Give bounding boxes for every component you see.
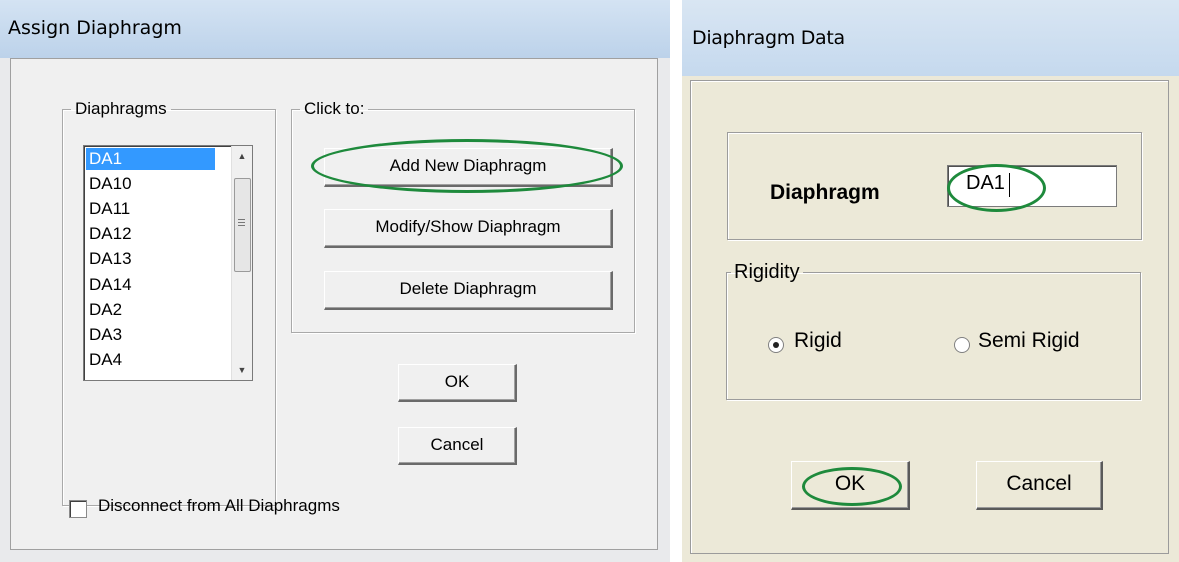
cancel-button[interactable]: Cancel [398, 427, 517, 465]
diaphragm-label: Diaphragm [770, 181, 880, 204]
delete-diaphragm-button[interactable]: Delete Diaphragm [324, 271, 613, 310]
list-item[interactable]: DA10 [86, 173, 215, 195]
data-dialog-client: Diaphragm DA1 Rigidity Rigid Semi Rigid … [690, 80, 1169, 554]
list-item[interactable]: DA2 [86, 299, 215, 321]
disconnect-checkbox-label[interactable]: Disconnect from All Diaphragms [98, 496, 340, 516]
semi-rigid-radio[interactable] [954, 337, 970, 353]
data-ok-button[interactable]: OK [791, 461, 910, 510]
diaphragms-listbox[interactable]: DA1 DA10 DA11 DA12 DA13 DA14 DA2 DA3 DA4 ▲ ▼ [83, 145, 253, 381]
rigidity-group-label: Rigidity [734, 261, 800, 283]
list-item[interactable]: DA4 [86, 349, 215, 371]
scroll-thumb[interactable] [234, 178, 251, 272]
rigid-radio-label[interactable]: Rigid [794, 329, 842, 353]
scroll-down-arrow-icon[interactable]: ▼ [232, 360, 252, 380]
assign-dialog-title: Assign Diaphragm [8, 17, 182, 39]
data-dialog-title: Diaphragm Data [692, 27, 845, 49]
scroll-up-arrow-icon[interactable]: ▲ [232, 146, 252, 166]
click-to-group-label: Click to: [304, 99, 365, 118]
semi-rigid-radio-label[interactable]: Semi Rigid [978, 329, 1080, 353]
diaphragms-group-label: Diaphragms [75, 99, 167, 118]
ok-button[interactable]: OK [398, 364, 517, 402]
list-item[interactable]: DA11 [86, 198, 215, 220]
modify-show-diaphragm-button[interactable]: Modify/Show Diaphragm [324, 209, 613, 248]
diaphragm-data-dialog: Diaphragm Data Diaphragm DA1 Rigidity Ri… [682, 0, 1179, 562]
assign-dialog-client: Diaphragms DA1 DA10 DA11 DA12 DA13 DA14 DA2 DA3… [10, 58, 658, 550]
rigid-radio[interactable] [768, 337, 784, 353]
data-dialog-titlebar[interactable]: Diaphragm Data [682, 0, 1179, 76]
add-new-diaphragm-button[interactable]: Add New Diaphragm [324, 148, 613, 187]
assign-dialog-titlebar[interactable]: Assign Diaphragm [0, 0, 670, 58]
diaphragm-name-value: DA1 [966, 172, 1005, 194]
list-item[interactable]: DA12 [86, 223, 215, 245]
assign-diaphragm-dialog: Assign Diaphragm Diaphragms DA1 DA10 DA11 D… [0, 0, 670, 562]
list-item[interactable]: DA13 [86, 248, 215, 270]
disconnect-checkbox[interactable] [69, 500, 87, 518]
text-caret [1009, 173, 1010, 197]
diaphragms-scrollbar[interactable]: ▲ ▼ [231, 146, 252, 380]
list-item[interactable]: DA1 [86, 148, 215, 170]
diaphragm-name-input[interactable]: DA1 [947, 165, 1117, 207]
list-item[interactable]: DA14 [86, 274, 215, 296]
list-item[interactable]: DA3 [86, 324, 215, 346]
data-cancel-button[interactable]: Cancel [976, 461, 1103, 510]
